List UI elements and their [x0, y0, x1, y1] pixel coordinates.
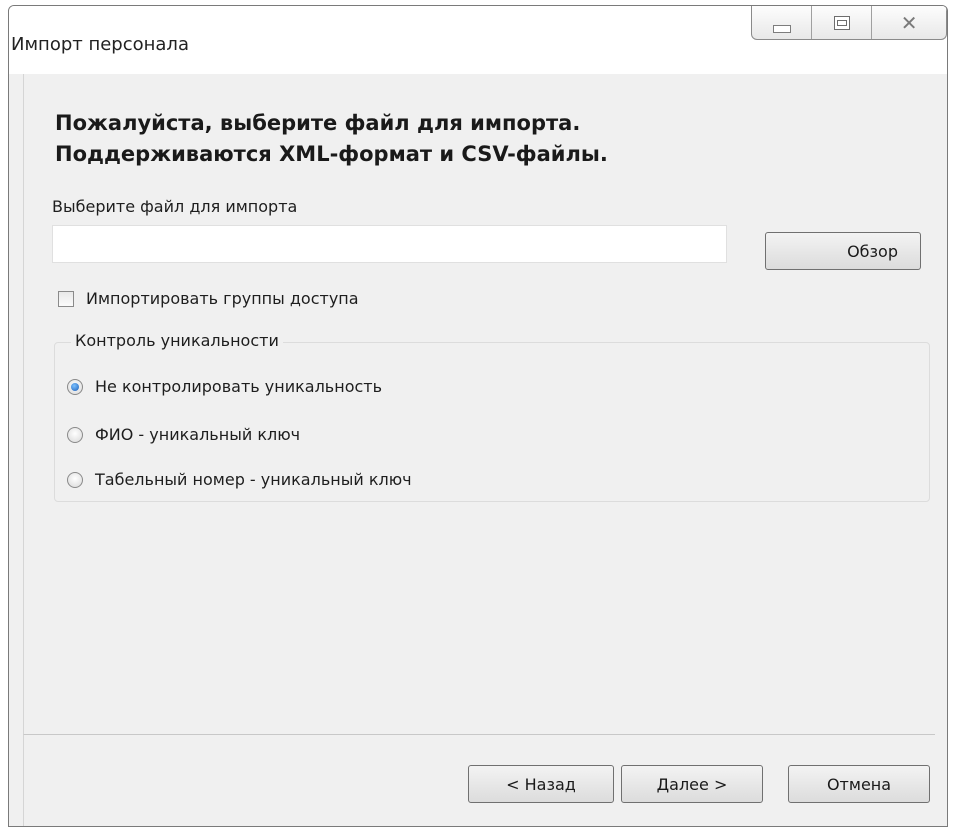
radio-fio-key[interactable]: ФИО - уникальный ключ [67, 425, 300, 444]
radio-label[interactable]: Не контролировать уникальность [95, 377, 382, 396]
radio-button[interactable] [67, 471, 83, 488]
file-field-label: Выберите файл для импорта [52, 197, 298, 216]
dialog-footer: < Назад Далее > Отмена [23, 734, 935, 826]
cancel-button[interactable]: Отмена [788, 765, 930, 803]
radio-selected-dot [71, 382, 79, 391]
maximize-icon [833, 15, 850, 30]
title-bar: Импорт персонала ✕ [9, 6, 947, 74]
heading-line-2: Поддерживаются XML-формат и CSV-файлы. [55, 142, 608, 166]
maximize-button[interactable] [812, 6, 873, 39]
minimize-icon [772, 24, 791, 33]
radio-button[interactable] [67, 378, 83, 395]
uniqueness-control-group: Контроль уникальности Не контролировать … [54, 331, 930, 502]
dialog-content: Пожалуйста, выберите файл для импорта. П… [23, 74, 936, 734]
import-groups-checkbox[interactable] [58, 290, 74, 307]
radio-personnel-number-key[interactable]: Табельный номер - уникальный ключ [67, 470, 412, 489]
browse-button[interactable]: Обзор [765, 232, 921, 270]
import-groups-label[interactable]: Импортировать группы доступа [86, 289, 359, 308]
import-groups-checkbox-row[interactable]: Импортировать группы доступа [58, 289, 359, 308]
minimize-button[interactable] [752, 6, 813, 39]
radio-label[interactable]: Табельный номер - уникальный ключ [95, 470, 412, 489]
close-button[interactable]: ✕ [872, 6, 946, 39]
file-path-input[interactable] [52, 225, 727, 263]
heading-line-1: Пожалуйста, выберите файл для импорта. [55, 111, 581, 135]
window-controls: ✕ [751, 6, 947, 40]
radio-no-uniqueness[interactable]: Не контролировать уникальность [67, 377, 382, 396]
window-title: Импорт персонала [11, 34, 189, 55]
next-button[interactable]: Далее > [621, 765, 763, 803]
instruction-heading: Пожалуйста, выберите файл для импорта. П… [55, 108, 608, 170]
group-legend: Контроль уникальности [71, 331, 283, 350]
back-button[interactable]: < Назад [468, 765, 614, 803]
radio-label[interactable]: ФИО - уникальный ключ [95, 425, 300, 444]
radio-button[interactable] [67, 426, 83, 443]
import-staff-dialog: Импорт персонала ✕ Пожалуйста, выберите … [8, 5, 948, 827]
close-icon: ✕ [900, 10, 918, 35]
